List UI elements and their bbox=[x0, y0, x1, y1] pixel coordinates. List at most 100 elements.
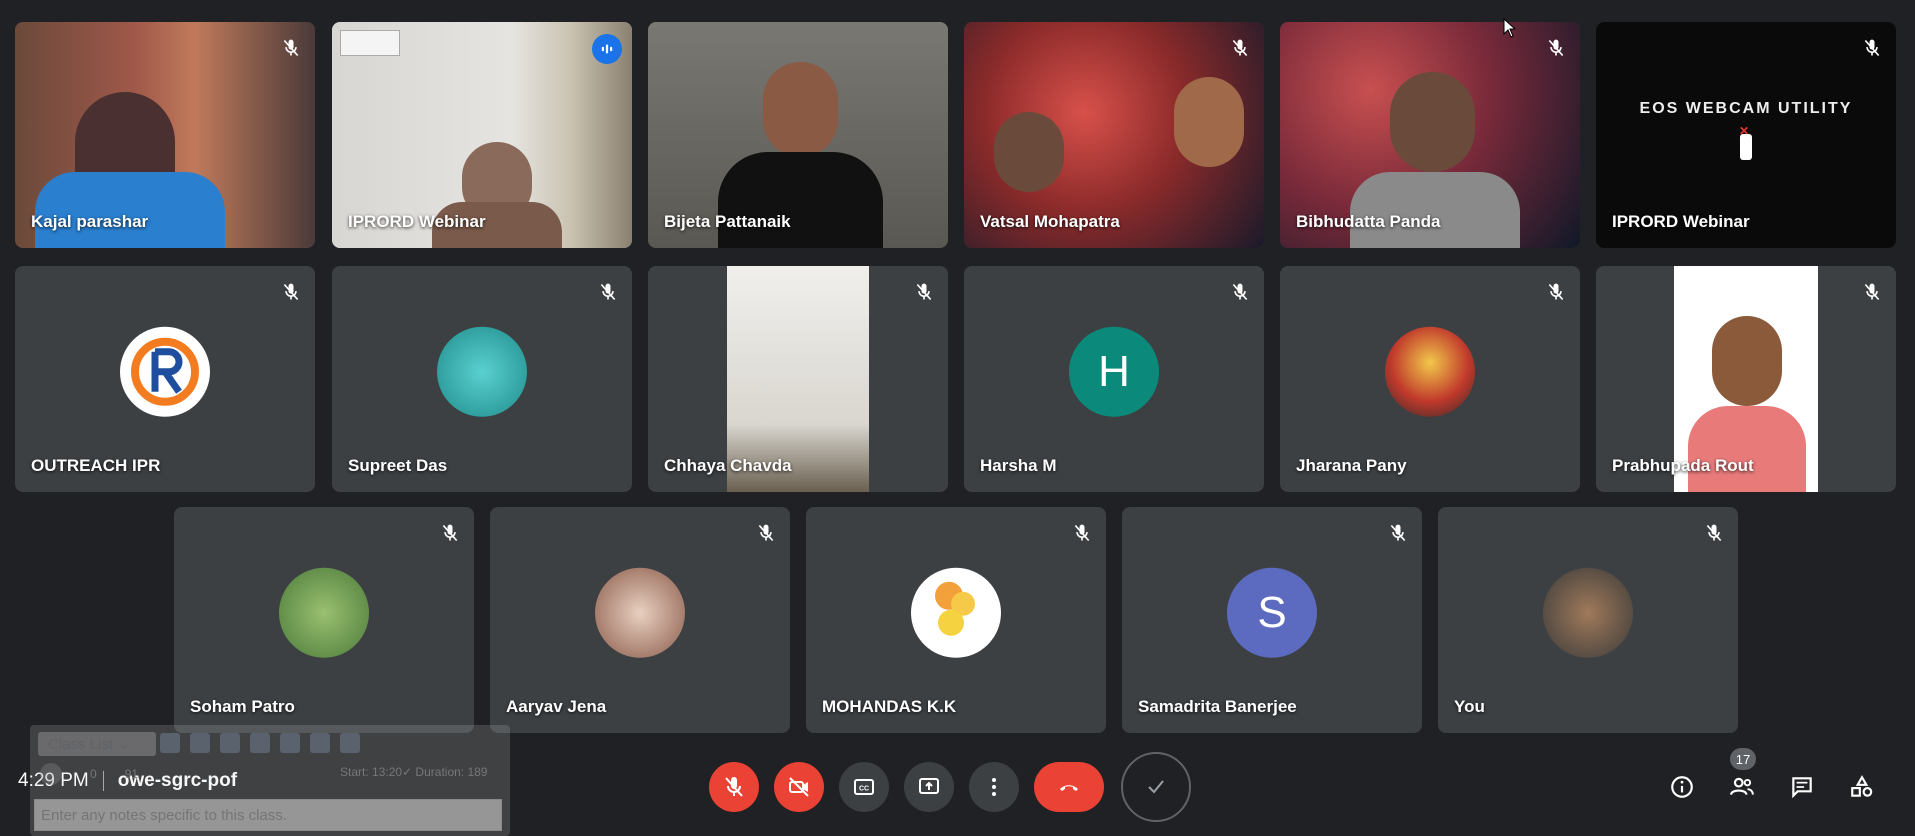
stat-icon bbox=[40, 763, 62, 785]
people-icon bbox=[1730, 777, 1754, 795]
hang-up-icon bbox=[1060, 785, 1078, 791]
class-list-label: Class List bbox=[48, 736, 114, 753]
check-icon bbox=[1148, 780, 1164, 794]
present-screen-icon bbox=[919, 778, 939, 794]
pushpin-icon[interactable] bbox=[340, 733, 360, 753]
class-list-select[interactable]: Class List ⌄ bbox=[38, 732, 156, 756]
pin-icon[interactable] bbox=[190, 733, 210, 753]
participant-tile[interactable]: Kajal parashar bbox=[15, 22, 315, 248]
avatar bbox=[1543, 567, 1633, 658]
screen-text: EOS WEBCAM UTILITY bbox=[1639, 100, 1853, 117]
participant-tile[interactable]: Soham Patro bbox=[174, 507, 474, 733]
save-icon[interactable] bbox=[250, 733, 270, 753]
participant-name: Kajal parashar bbox=[31, 212, 149, 231]
participant-tile-speaking[interactable]: IPRORD Webinar bbox=[332, 22, 632, 248]
mic-muted-icon bbox=[1542, 278, 1570, 306]
mic-muted-icon bbox=[594, 278, 622, 306]
leave-call-button[interactable] bbox=[1034, 762, 1104, 812]
participant-tile[interactable]: Bijeta Pattanaik bbox=[648, 22, 948, 248]
participant-tile[interactable]: Jharana Pany bbox=[1280, 266, 1580, 492]
more-options-button[interactable] bbox=[969, 762, 1019, 812]
avatar: H bbox=[1069, 326, 1159, 417]
class-list-overlay: Class List ⌄ 0 91 Start: 13:20✓ Duration… bbox=[30, 725, 510, 836]
participant-name: Harsha M bbox=[980, 456, 1057, 475]
participant-tile[interactable]: H Harsha M bbox=[964, 266, 1264, 492]
participant-name: Vatsal Mohapatra bbox=[980, 212, 1120, 231]
overlay-toolbar bbox=[160, 733, 360, 755]
stat-count-a: 0 bbox=[90, 767, 97, 781]
camera-toggle-button[interactable] bbox=[774, 762, 824, 812]
more-vert-icon bbox=[992, 778, 996, 796]
avatar bbox=[279, 567, 369, 658]
participant-name: IPRORD Webinar bbox=[1612, 212, 1750, 231]
participant-name: Soham Patro bbox=[190, 697, 295, 716]
notes-icon[interactable] bbox=[160, 733, 180, 753]
avatar bbox=[911, 567, 1001, 658]
stat-count-b: 91 bbox=[124, 767, 139, 781]
participant-tile[interactable]: Bibhudatta Panda bbox=[1280, 22, 1580, 248]
participant-grid: Kajal parashar IPRORD Webinar Bijeta Pat… bbox=[0, 0, 1915, 740]
participant-name: You bbox=[1454, 697, 1485, 716]
avatar bbox=[120, 326, 210, 417]
participant-tile[interactable]: Aaryav Jena bbox=[490, 507, 790, 733]
session-meta: Start: 13:20✓ Duration: 189 bbox=[340, 765, 488, 779]
refresh-icon[interactable] bbox=[220, 733, 240, 753]
mic-muted-icon bbox=[1858, 278, 1886, 306]
people-count-badge: 17 bbox=[1730, 748, 1756, 770]
participant-tile[interactable]: Prabhupada Rout bbox=[1596, 266, 1896, 492]
participant-name: Samadrita Banerjee bbox=[1138, 697, 1297, 716]
participant-name: Bijeta Pattanaik bbox=[664, 212, 791, 231]
participant-tile[interactable]: OUTREACH IPR bbox=[15, 266, 315, 492]
avatar-initial: S bbox=[1257, 587, 1287, 637]
participant-name: Chhaya Chavda bbox=[664, 456, 792, 475]
mic-muted-icon bbox=[1226, 278, 1254, 306]
participant-tile-self[interactable]: You bbox=[1438, 507, 1738, 733]
present-screen-button[interactable] bbox=[904, 762, 954, 812]
settings-icon[interactable] bbox=[310, 733, 330, 753]
info-icon bbox=[1671, 776, 1693, 798]
avatar-initial: H bbox=[1098, 346, 1130, 396]
microphone-toggle-button[interactable] bbox=[709, 762, 759, 812]
mic-muted-icon bbox=[436, 519, 464, 547]
participant-tile[interactable]: Supreet Das bbox=[332, 266, 632, 492]
chat-button[interactable] bbox=[1780, 762, 1824, 812]
speaking-indicator-icon bbox=[592, 34, 622, 64]
mic-muted-icon bbox=[1226, 34, 1254, 62]
participant-tile[interactable]: Chhaya Chavda bbox=[648, 266, 948, 492]
meeting-details-button[interactable] bbox=[1660, 762, 1704, 812]
avatar: S bbox=[1227, 567, 1317, 658]
extension-button[interactable] bbox=[1121, 752, 1191, 822]
mic-muted-icon bbox=[1384, 519, 1412, 547]
participant-name: Bibhudatta Panda bbox=[1296, 212, 1441, 231]
mic-muted-icon bbox=[910, 278, 938, 306]
activities-shapes-icon bbox=[1851, 775, 1873, 797]
avatar bbox=[595, 567, 685, 658]
avatar bbox=[1385, 326, 1475, 417]
participant-tile[interactable]: S Samadrita Banerjee bbox=[1122, 507, 1422, 733]
participant-name: MOHANDAS K.K bbox=[822, 697, 957, 716]
mic-muted-icon bbox=[752, 519, 780, 547]
mic-muted-icon bbox=[277, 278, 305, 306]
participant-name: Aaryav Jena bbox=[506, 697, 607, 716]
participant-name: Supreet Das bbox=[348, 456, 448, 475]
mic-off-icon bbox=[725, 777, 743, 797]
mic-muted-icon bbox=[1858, 34, 1886, 62]
overlay-stats: 0 91 bbox=[40, 763, 138, 785]
participant-name: IPRORD Webinar bbox=[348, 212, 486, 231]
chevron-down-icon: ⌄ bbox=[117, 736, 130, 753]
avatar bbox=[437, 326, 527, 417]
participant-name: Prabhupada Rout bbox=[1612, 456, 1754, 475]
captions-button[interactable]: CC bbox=[839, 762, 889, 812]
html-export-icon[interactable] bbox=[280, 733, 300, 753]
participant-tile[interactable]: MOHANDAS K.K bbox=[806, 507, 1106, 733]
mic-muted-icon bbox=[277, 34, 305, 62]
class-notes-input[interactable] bbox=[34, 799, 502, 831]
participant-name: OUTREACH IPR bbox=[31, 456, 161, 475]
mouse-cursor-icon bbox=[1503, 17, 1517, 43]
closed-captions-icon: CC bbox=[854, 779, 874, 795]
participant-tile[interactable]: Vatsal Mohapatra bbox=[964, 22, 1264, 248]
chat-icon bbox=[1792, 777, 1812, 799]
participant-tile[interactable]: EOS WEBCAM UTILITY ✕ IPRORD Webinar bbox=[1596, 22, 1896, 248]
activities-button[interactable] bbox=[1840, 762, 1884, 812]
mic-muted-icon bbox=[1542, 34, 1570, 62]
